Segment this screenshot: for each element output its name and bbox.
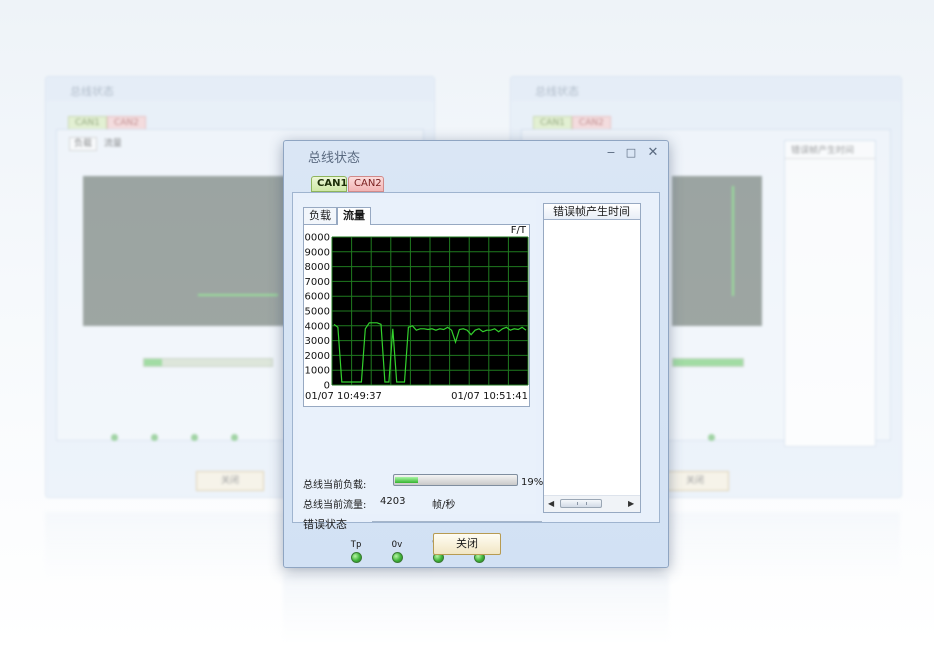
chart-y-tick-label: 9000 xyxy=(305,247,330,258)
chart-y-tick-label: 6000 xyxy=(305,292,330,303)
chart-y-tick-label: 2000 xyxy=(305,351,330,362)
background-window-left-chart-line xyxy=(198,294,278,296)
chart-y-tick-label: 4000 xyxy=(305,321,330,332)
background-window-left-title: 总线状态 xyxy=(70,85,114,98)
close-icon[interactable]: ✕ xyxy=(646,146,660,159)
traffic-chart: F/T1000090008000700060005000400030002000… xyxy=(304,225,529,402)
close-button[interactable]: 关闭 xyxy=(433,533,501,555)
flow-unit: 帧/秒 xyxy=(432,500,456,511)
scrollbar-thumb[interactable] xyxy=(560,499,602,508)
main-dialog-reflection xyxy=(283,575,669,643)
title-bar[interactable]: 总线状态 − □ ✕ xyxy=(284,141,668,167)
chart-x-end-label: 01/07 10:51:41 xyxy=(451,391,528,402)
window-title: 总线状态 xyxy=(308,151,361,166)
led-ov: Ov xyxy=(382,540,412,566)
background-window-left-tab-can1: CAN1 xyxy=(68,116,107,130)
load-progress-fill xyxy=(395,477,418,483)
status-led-icon xyxy=(391,552,403,563)
led-label: Ov xyxy=(391,540,403,550)
flow-label: 总线当前流量: xyxy=(303,500,367,511)
chart-unit-label: F/T xyxy=(511,225,527,236)
background-window-right-tabs: CAN1 CAN2 xyxy=(533,115,611,130)
background-window-left-led xyxy=(151,434,158,441)
background-window-right-tab-can2: CAN2 xyxy=(571,116,611,130)
status-led-icon xyxy=(350,552,362,563)
background-window-left-titlebar: 总线状态 xyxy=(46,77,434,101)
tab-can2[interactable]: CAN2 xyxy=(348,176,384,192)
load-percent: 19% xyxy=(521,477,544,488)
tab-panel: 负载 流量 F/T1000090008000700060005000400030… xyxy=(292,192,660,563)
background-window-right-chart-line xyxy=(732,186,734,296)
chart-y-tick-label: 0 xyxy=(324,381,330,392)
background-window-left-led xyxy=(111,434,118,441)
background-window-left-tabs: CAN1 CAN2 xyxy=(68,115,146,130)
background-window-left-chart xyxy=(83,176,303,326)
traffic-panel: 负载 流量 F/T1000090008000700060005000400030… xyxy=(298,198,543,563)
load-label: 总线当前负载: xyxy=(303,480,367,491)
background-window-right-led xyxy=(708,434,715,441)
background-window-right-titlebar: 总线状态 xyxy=(511,77,901,101)
tab-can1[interactable]: CAN1 xyxy=(311,176,347,192)
chart-y-tick-label: 3000 xyxy=(305,336,330,347)
background-window-right-title: 总线状态 xyxy=(535,85,579,98)
load-progress-bar xyxy=(393,474,518,486)
flow-value: 4203 xyxy=(380,496,406,507)
background-window-left-subtab-flow: 流量 xyxy=(103,139,122,149)
error-state-divider xyxy=(372,521,542,522)
error-frame-time-column-header[interactable]: 错误帧产生时间 xyxy=(544,204,640,220)
scroll-right-icon[interactable]: ▶ xyxy=(628,499,636,508)
minimize-icon[interactable]: − xyxy=(604,147,618,159)
bus-status-dialog: 总线状态 − □ ✕ CAN1 CAN2 负载 流量 F/T1000090008… xyxy=(283,140,669,568)
error-frame-list[interactable]: 错误帧产生时间 ◀ ▶ xyxy=(543,203,641,513)
background-window-right-list-header: 错误帧产生时间 xyxy=(785,141,875,159)
background-window-left-tab-can2: CAN2 xyxy=(106,116,146,130)
background-window-right-close-button: 关闭 xyxy=(661,471,729,491)
background-window-left-subtab-load: 负载 xyxy=(69,137,98,151)
background-window-right-chart xyxy=(672,176,762,326)
background-window-left-led xyxy=(191,434,198,441)
chart-x-start-label: 01/07 10:49:37 xyxy=(305,391,382,402)
error-state-title: 错误状态 xyxy=(303,518,347,531)
horizontal-scrollbar[interactable]: ◀ ▶ xyxy=(544,495,640,512)
led-tp: Tp xyxy=(341,540,371,566)
background-window-left-led xyxy=(231,434,238,441)
chart-y-tick-label: 8000 xyxy=(305,262,330,273)
background-window-right-loadbar xyxy=(672,358,744,367)
chart-y-tick-label: 1000 xyxy=(305,366,330,377)
traffic-chart-frame: F/T1000090008000700060005000400030002000… xyxy=(303,224,530,407)
subtab-flow[interactable]: 流量 xyxy=(337,207,371,225)
chart-y-tick-label: 5000 xyxy=(305,307,330,318)
background-window-left-close-button: 关闭 xyxy=(196,471,264,491)
background-window-left-loadbar xyxy=(143,358,273,367)
chart-y-tick-label: 10000 xyxy=(304,233,330,244)
subtab-load[interactable]: 负载 xyxy=(303,207,337,224)
background-window-left-subtabs: 负载 流量 xyxy=(69,136,126,151)
background-window-right-tab-can1: CAN1 xyxy=(533,116,572,130)
background-window-right-list: 错误帧产生时间 xyxy=(784,140,876,447)
chart-y-tick-label: 7000 xyxy=(305,277,330,288)
led-label: Tp xyxy=(350,540,362,550)
scroll-left-icon[interactable]: ◀ xyxy=(548,499,556,508)
maximize-icon[interactable]: □ xyxy=(624,147,638,159)
